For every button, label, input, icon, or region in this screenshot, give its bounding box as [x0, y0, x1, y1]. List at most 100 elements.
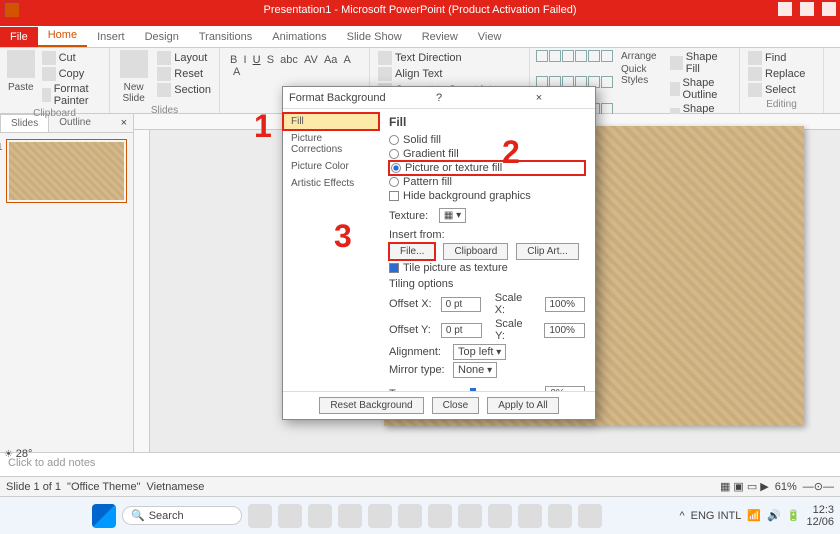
zoom-level[interactable]: 61%	[775, 481, 797, 493]
tray-wifi-icon[interactable]: 📶	[747, 509, 761, 522]
check-hide-graphics[interactable]	[389, 191, 399, 201]
language[interactable]: Vietnamese	[146, 481, 204, 493]
find-icon	[748, 51, 762, 65]
minimize-button[interactable]	[778, 2, 792, 16]
weather-widget[interactable]: ☀ 28°	[4, 448, 32, 460]
nav-artistic-effects[interactable]: Artistic Effects	[283, 175, 379, 192]
tab-design[interactable]: Design	[135, 27, 189, 47]
reset-button[interactable]: Reset	[155, 66, 213, 82]
tray-date[interactable]: 12/06	[806, 516, 834, 528]
outline-icon	[670, 82, 680, 96]
nav-fill[interactable]: Fill	[283, 113, 379, 130]
new-slide-button[interactable]: New Slide	[116, 81, 151, 105]
shape-fill-button[interactable]: Shape Fill	[668, 50, 733, 76]
paste-icon[interactable]	[7, 50, 35, 78]
app-icon-10[interactable]	[548, 504, 572, 528]
nav-picture-color[interactable]: Picture Color	[283, 158, 379, 175]
taskbar-search[interactable]: 🔍Search	[122, 506, 242, 525]
transparency-input[interactable]: 0%	[545, 386, 585, 391]
shape-outline-button[interactable]: Shape Outline	[668, 76, 733, 102]
mirror-select[interactable]: None ▾	[453, 362, 497, 378]
ribbon-tabs: File Home Insert Design Transitions Anim…	[0, 26, 840, 48]
group-label: Editing	[746, 99, 817, 111]
tab-transitions[interactable]: Transitions	[189, 27, 262, 47]
app-icon-3[interactable]	[338, 504, 362, 528]
close-button[interactable]	[822, 2, 836, 16]
find-button[interactable]: Find	[746, 50, 817, 66]
tray-lang[interactable]: ENG INTL	[691, 510, 742, 522]
dialog-titlebar[interactable]: Format Background ? ×	[283, 87, 595, 109]
arrange-button[interactable]: Arrange	[619, 50, 662, 63]
cut-button[interactable]: Cut	[40, 50, 103, 66]
tab-slideshow[interactable]: Slide Show	[337, 27, 412, 47]
tray-time[interactable]: 12:3	[806, 504, 834, 516]
slide-count: Slide 1 of 1	[6, 481, 61, 493]
tab-review[interactable]: Review	[412, 27, 468, 47]
texture-picker[interactable]: ▦ ▾	[439, 208, 466, 223]
app-icon-5[interactable]	[398, 504, 422, 528]
scale-x-input[interactable]: 100%	[545, 297, 585, 312]
slide-thumbnail[interactable]: 1	[6, 139, 127, 203]
start-button[interactable]	[92, 504, 116, 528]
offset-y-input[interactable]: 0 pt	[441, 323, 482, 338]
radio-gradient[interactable]	[389, 149, 399, 159]
tab-view[interactable]: View	[468, 27, 512, 47]
notes-pane[interactable]: Click to add notes	[0, 452, 840, 476]
search-icon: 🔍	[131, 509, 145, 522]
task-view-icon[interactable]	[248, 504, 272, 528]
tray-volume-icon[interactable]: 🔊	[767, 509, 781, 522]
app-icon-9[interactable]	[518, 504, 542, 528]
layout-button[interactable]: Layout	[155, 50, 213, 66]
tab-animations[interactable]: Animations	[262, 27, 336, 47]
tray-chevron-icon[interactable]: ^	[679, 510, 684, 522]
nav-picture-corrections[interactable]: Picture Corrections	[283, 130, 379, 158]
new-slide-icon[interactable]	[120, 50, 148, 78]
format-painter-button[interactable]: Format Painter	[40, 82, 103, 108]
format-background-dialog: Format Background ? × Fill Picture Corre…	[282, 86, 596, 420]
fill-heading: Fill	[389, 115, 585, 129]
replace-button[interactable]: Replace	[746, 66, 817, 82]
maximize-button[interactable]	[800, 2, 814, 16]
close-dialog-button[interactable]: Close	[432, 397, 480, 414]
radio-pattern[interactable]	[389, 177, 399, 187]
app-icon-1[interactable]	[278, 504, 302, 528]
offset-x-input[interactable]: 0 pt	[441, 297, 481, 312]
copy-button[interactable]: Copy	[40, 66, 103, 82]
radio-picture-texture[interactable]	[391, 163, 401, 173]
help-button[interactable]: ?	[389, 92, 489, 104]
dialog-title: Format Background	[289, 92, 389, 104]
group-label: Clipboard	[6, 108, 103, 120]
app-icon-2[interactable]	[308, 504, 332, 528]
app-icon-6[interactable]	[428, 504, 452, 528]
tab-home[interactable]: Home	[38, 25, 87, 47]
apply-all-button[interactable]: Apply to All	[487, 397, 558, 414]
alignment-select[interactable]: Top left ▾	[453, 344, 506, 360]
thumbnail-preview	[9, 142, 124, 200]
paste-button[interactable]: Paste	[6, 81, 36, 94]
view-buttons[interactable]: ▦ ▣ ▭ ▶	[720, 480, 769, 493]
section-button[interactable]: Section	[155, 82, 213, 98]
dialog-close-button[interactable]: ×	[489, 92, 589, 104]
reset-background-button[interactable]: Reset Background	[319, 397, 423, 414]
radio-solid[interactable]	[389, 135, 399, 145]
tab-insert[interactable]: Insert	[87, 27, 135, 47]
text-direction-button[interactable]: Text Direction	[376, 50, 523, 66]
app-icon-7[interactable]	[458, 504, 482, 528]
scale-y-input[interactable]: 100%	[544, 323, 585, 338]
copy-icon	[42, 67, 56, 81]
file-button[interactable]: File...	[389, 243, 435, 260]
check-tile[interactable]	[389, 263, 399, 273]
windows-taskbar: 🔍Search ^ ENG INTL 📶 🔊 🔋 12:3 12/06	[0, 496, 840, 534]
window-title: Presentation1 - Microsoft PowerPoint (Pr…	[263, 4, 576, 16]
app-icon-8[interactable]	[488, 504, 512, 528]
tab-file[interactable]: File	[0, 27, 38, 47]
zoom-slider[interactable]: —⊙—	[803, 480, 834, 493]
quick-styles-button[interactable]: Quick Styles	[619, 63, 662, 87]
tray-battery-icon[interactable]: 🔋	[787, 509, 801, 522]
align-text-button[interactable]: Align Text	[376, 66, 523, 82]
clipart-button[interactable]: Clip Art...	[516, 243, 579, 260]
clipboard-button[interactable]: Clipboard	[443, 243, 508, 260]
app-icon-4[interactable]	[368, 504, 392, 528]
select-button[interactable]: Select	[746, 82, 817, 98]
app-icon-11[interactable]	[578, 504, 602, 528]
